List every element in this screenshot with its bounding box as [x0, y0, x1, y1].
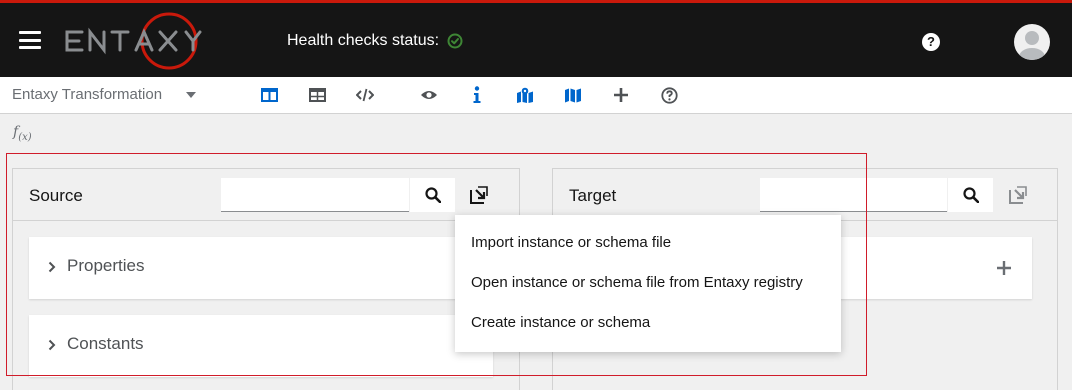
target-search-input[interactable]: [760, 178, 948, 212]
chevron-right-icon: [48, 339, 56, 351]
plus-icon[interactable]: [612, 86, 630, 104]
menu-item-import-file[interactable]: Import instance or schema file: [455, 223, 841, 263]
map-icon[interactable]: [564, 86, 582, 104]
source-import-button[interactable]: [467, 183, 491, 207]
help-icon[interactable]: ?: [922, 33, 940, 51]
formula-bar[interactable]: f(x): [13, 124, 32, 143]
source-search-button[interactable]: [409, 178, 455, 212]
caret-down-icon: [186, 91, 197, 98]
map-marked-icon[interactable]: [516, 86, 534, 104]
source-panel-header: Source: [13, 169, 519, 221]
search-icon: [962, 187, 979, 203]
source-search-input[interactable]: [221, 178, 409, 212]
question-circle-icon[interactable]: [660, 86, 678, 104]
menu-item-create-schema[interactable]: Create instance or schema: [455, 303, 841, 343]
file-import-icon: [470, 186, 488, 204]
eye-icon[interactable]: [420, 86, 438, 104]
constants-label: Constants: [67, 334, 144, 353]
source-panel-title: Source: [29, 186, 83, 205]
source-panel: Source Properties Constants: [12, 168, 520, 390]
table-icon[interactable]: [308, 86, 326, 104]
chevron-right-icon: [48, 261, 56, 273]
document-select-value: Entaxy Transformation: [12, 86, 163, 103]
properties-label: Properties: [67, 256, 145, 275]
file-import-icon: [1009, 186, 1027, 204]
target-import-button[interactable]: [1006, 183, 1030, 207]
code-icon[interactable]: [356, 86, 374, 104]
target-panel-title: Target: [569, 186, 617, 205]
target-search-button[interactable]: [947, 178, 993, 212]
entaxy-logo: [65, 12, 202, 70]
info-icon[interactable]: [468, 86, 486, 104]
hamburger-menu-icon[interactable]: [19, 31, 41, 49]
add-icon[interactable]: [996, 260, 1012, 276]
target-panel-header: Target: [553, 169, 1057, 221]
constants-tree-item[interactable]: Constants: [29, 315, 493, 377]
document-select[interactable]: Entaxy Transformation: [12, 86, 197, 103]
columns-icon[interactable]: [260, 86, 278, 104]
health-status: Health checks status:: [287, 32, 463, 50]
check-circle-icon: [447, 33, 463, 49]
search-icon: [424, 187, 441, 203]
user-avatar[interactable]: [1014, 24, 1050, 60]
formula-sub: (x): [18, 131, 32, 143]
properties-tree-item[interactable]: Properties: [29, 237, 493, 299]
menu-item-open-from-registry[interactable]: Open instance or schema file from Entaxy…: [455, 263, 841, 303]
health-label: Health checks status:: [287, 32, 440, 49]
masthead: Health checks status: ?: [0, 3, 1072, 77]
import-dropdown-menu: Import instance or schema file Open inst…: [455, 215, 841, 352]
mapping-toolbar: Entaxy Transformation: [0, 77, 1072, 114]
